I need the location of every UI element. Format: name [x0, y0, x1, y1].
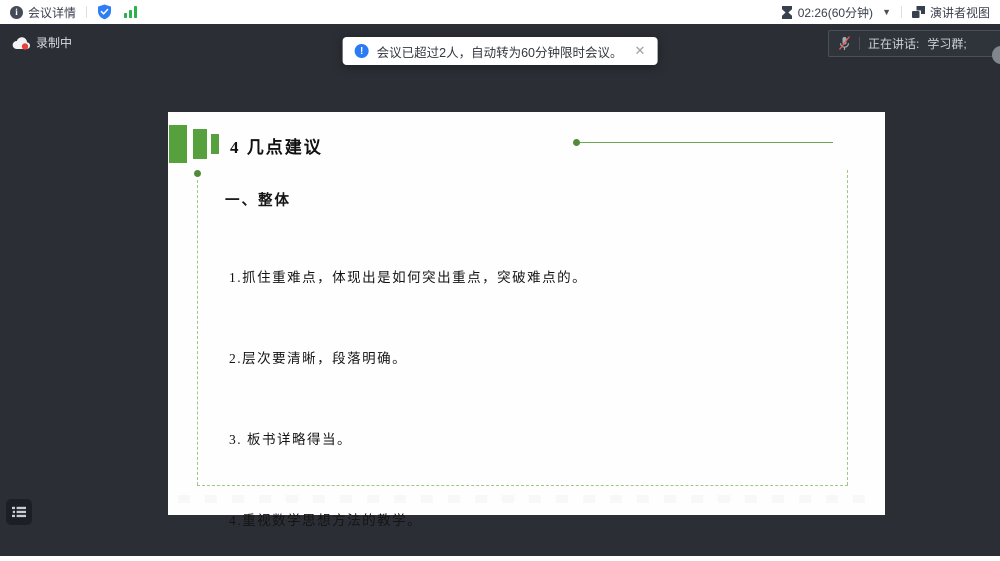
chevron-down-icon: ▼	[882, 7, 891, 17]
panel-handle[interactable]	[992, 46, 1000, 64]
agenda-list-button[interactable]	[6, 499, 32, 525]
cloud-recording-icon	[12, 36, 30, 50]
deco-dot	[573, 139, 580, 146]
slide-list-item: 1.抓住重难点，体现出是如何突出重点，突破难点的。	[229, 270, 588, 285]
meeting-window: i 会议详情 02:26(60分钟) ▼ 演讲者视图 录制中 ! 会议已超过2人…	[0, 0, 1000, 561]
meeting-timer-button[interactable]: 02:26(60分钟) ▼	[781, 4, 891, 21]
top-toolbar: i 会议详情 02:26(60分钟) ▼ 演讲者视图	[0, 0, 1000, 24]
speaker-view-label: 演讲者视图	[929, 5, 990, 20]
dashed-border-left	[197, 180, 198, 485]
recording-indicator[interactable]: 录制中	[12, 34, 72, 51]
meeting-details-button[interactable]: i 会议详情	[10, 4, 76, 21]
meeting-timer-label: 02:26(60分钟)	[797, 5, 874, 20]
slide-list-item: 3. 板书详略得当。	[229, 432, 352, 447]
toolbar-divider	[900, 6, 902, 18]
slide-list-item: 4.重视数学思想方法的教学。	[229, 513, 423, 528]
speaking-name: 学习群;	[927, 37, 967, 51]
notification-toast: ! 会议已超过2人，自动转为60分钟限时会议。 ✕	[342, 37, 658, 65]
meeting-stage: 录制中 ! 会议已超过2人，自动转为60分钟限时会议。 ✕ 正在讲话: 学习群;	[0, 24, 1000, 556]
slide-title: 4 几点建议	[230, 138, 323, 157]
toolbar-left: i 会议详情	[10, 4, 138, 21]
deco-line	[580, 142, 833, 143]
speaker-box-divider	[859, 37, 860, 50]
deco-green-bar	[211, 134, 219, 154]
deco-dot	[194, 170, 201, 177]
deco-green-bar	[193, 129, 207, 159]
layout-view-icon	[911, 6, 925, 18]
toast-message: 会议已超过2人，自动转为60分钟限时会议。	[376, 45, 623, 60]
security-shield-icon[interactable]	[97, 4, 112, 20]
mic-muted-icon	[838, 36, 851, 51]
recording-label: 录制中	[36, 36, 73, 50]
hourglass-icon	[781, 5, 793, 19]
slide-item-list: 1.抓住重难点，体现出是如何突出重点，突破难点的。 2.层次要清晰，段落明确。 …	[229, 210, 859, 556]
meeting-details-label: 会议详情	[28, 5, 77, 20]
network-signal-icon[interactable]	[124, 6, 138, 18]
info-icon: i	[10, 5, 23, 19]
speaker-view-button[interactable]: 演讲者视图	[911, 4, 990, 21]
toast-info-icon: !	[354, 44, 369, 58]
slide-section-heading: 一、整体	[225, 193, 291, 209]
speaking-label: 正在讲话:	[868, 37, 920, 51]
list-icon	[12, 506, 26, 518]
toolbar-right: 02:26(60分钟) ▼ 演讲者视图	[781, 4, 990, 21]
slide-list-item: 2.层次要清晰，段落明确。	[229, 351, 408, 366]
deco-green-bar	[169, 125, 187, 163]
shared-slide: 4 几点建议 一、整体 1.抓住重难点，体现出是如何突出重点，突破难点的。 2.…	[168, 112, 885, 528]
close-icon[interactable]: ✕	[634, 43, 645, 59]
faint-watermark	[178, 495, 875, 503]
toolbar-divider	[86, 6, 88, 18]
active-speaker-box: 正在讲话: 学习群;	[828, 30, 1000, 57]
